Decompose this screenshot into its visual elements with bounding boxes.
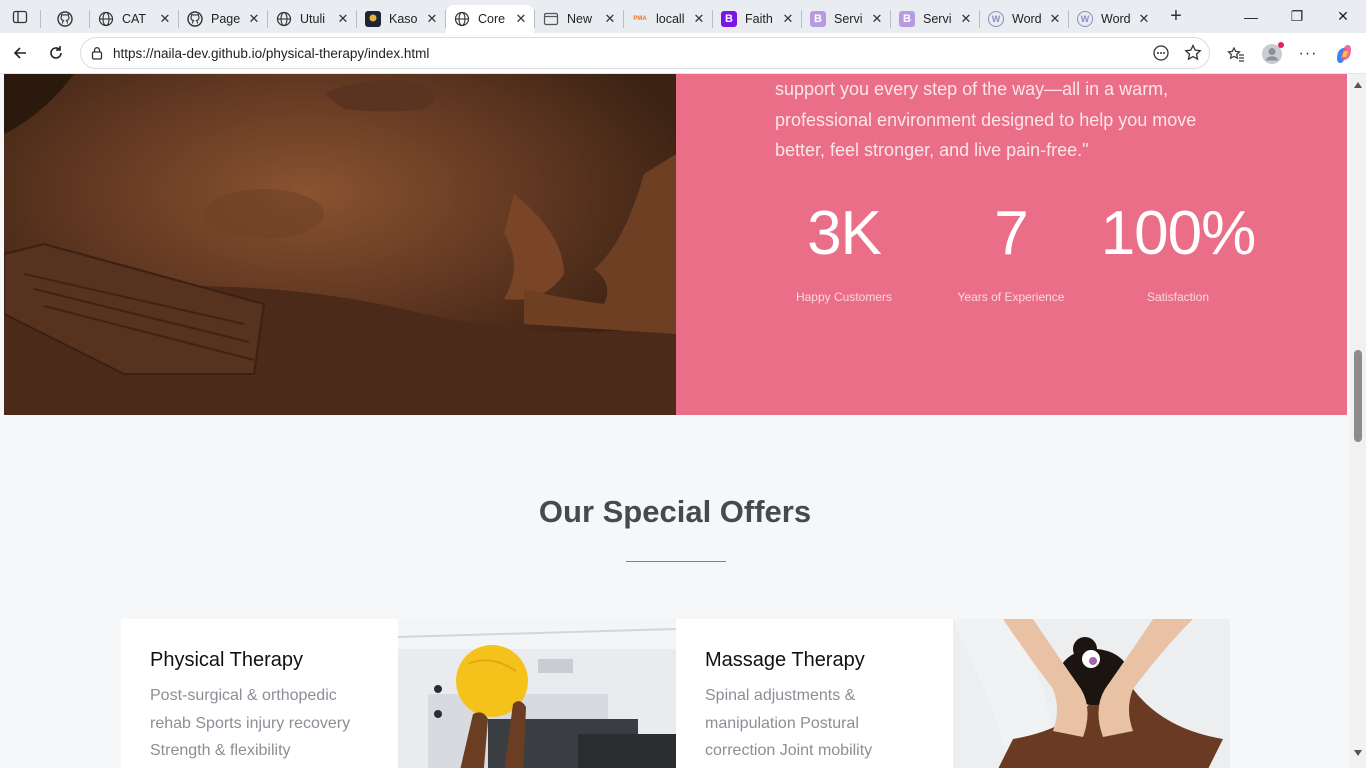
page-viewport: support you every step of the way—all in…: [0, 74, 1366, 768]
pma-icon: PMA: [633, 15, 647, 22]
browser-tab[interactable]: Kaso ✕: [357, 5, 445, 33]
bootstrap-icon: B: [721, 10, 737, 27]
kaso-icon: [365, 10, 381, 27]
scrollbar-thumb[interactable]: [1354, 350, 1362, 442]
tab-close-icon[interactable]: ✕: [1137, 11, 1151, 27]
tab-label: Word: [1101, 11, 1131, 26]
stat-happy-customers: 3K Happy Customers: [764, 194, 924, 304]
browser-tab[interactable]: CAT ✕: [90, 5, 178, 33]
scroll-down-arrow-icon[interactable]: [1354, 750, 1362, 756]
sidebar-toggle-icon[interactable]: [0, 0, 40, 33]
tab-close-icon[interactable]: ✕: [247, 11, 261, 27]
stat-value: 100%: [1100, 199, 1257, 268]
tab-label: Core: [478, 11, 506, 26]
massage-woman-photo: [953, 619, 1230, 768]
browser-tab[interactable]: Utuli ✕: [268, 5, 356, 33]
browser-toolbar: https://naila-dev.github.io/physical-the…: [0, 33, 1366, 74]
back-button[interactable]: [2, 36, 38, 70]
tab-label: New: [567, 11, 593, 26]
wordpress-icon: W: [988, 10, 1004, 27]
tab-close-icon[interactable]: ✕: [870, 11, 884, 27]
globe-icon: [454, 11, 470, 27]
tab-label: Kaso: [389, 11, 418, 26]
globe-icon: [276, 11, 292, 27]
stat-label: Years of Experience: [957, 290, 1065, 304]
read-aloud-icon[interactable]: [1151, 42, 1171, 69]
tab-label: Utuli: [300, 11, 326, 26]
tab-label: locall: [656, 11, 685, 26]
tab-close-icon[interactable]: ✕: [1048, 11, 1062, 27]
tab-label: Page: [211, 11, 241, 26]
stat-satisfaction: 100% Satisfaction: [1098, 194, 1258, 304]
favorites-icon[interactable]: [1218, 37, 1254, 71]
stat-label: Happy Customers: [795, 290, 893, 304]
offer-card-physical-therapy[interactable]: Physical Therapy Post-surgical & orthope…: [121, 619, 398, 768]
tab-close-icon[interactable]: ✕: [425, 11, 439, 27]
globe-icon: [98, 11, 114, 27]
browser-tab[interactable]: W Word ✕: [1069, 5, 1157, 33]
scroll-up-arrow-icon[interactable]: [1354, 82, 1362, 88]
page-icon: [543, 11, 559, 27]
wordpress-icon: W: [1077, 10, 1093, 27]
about-hero-section: support you every step of the way—all in…: [4, 74, 1347, 415]
offer-card-text: Spinal adjustments & manipulation Postur…: [705, 687, 873, 759]
close-window-button[interactable]: ✕: [1320, 0, 1366, 33]
heading-divider: [626, 561, 726, 562]
browser-tab[interactable]: W Word ✕: [980, 5, 1068, 33]
tab-label: Servi: [834, 11, 863, 26]
tab-close-icon[interactable]: ✕: [158, 11, 172, 27]
offer-card-text: Post-surgical & orthopedic rehab Sports …: [150, 687, 351, 759]
maximize-button[interactable]: ❐: [1274, 0, 1320, 33]
massage-back-photo: [4, 74, 676, 415]
github-icon: [187, 10, 203, 27]
github-icon: [57, 10, 73, 27]
browser-tab[interactable]: Core ✕: [446, 4, 534, 33]
browser-tab[interactable]: New ✕: [535, 5, 623, 33]
reload-button[interactable]: [38, 36, 74, 70]
tab-label: Servi: [923, 11, 952, 26]
tab-close-icon[interactable]: ✕: [514, 11, 528, 27]
page-scrollbar[interactable]: [1350, 74, 1366, 768]
stat-label: Satisfaction: [1146, 290, 1210, 304]
lock-icon[interactable]: [81, 46, 113, 60]
more-options-icon[interactable]: ···: [1290, 37, 1326, 71]
bootstrap-light-icon: B: [810, 10, 826, 27]
tab-close-icon[interactable]: ✕: [692, 11, 706, 27]
minimize-button[interactable]: —: [1228, 0, 1274, 33]
offer-card-title: Massage Therapy: [705, 649, 865, 671]
browser-tab[interactable]: PMA locall ✕: [624, 5, 712, 33]
tab-strip: CAT ✕ Page ✕ Utuli ✕ Kaso ✕ Core ✕ New ✕ PMA locall ✕ B…: [0, 0, 1366, 33]
url-text[interactable]: https://naila-dev.github.io/physical-the…: [113, 46, 429, 61]
browser-tab[interactable]: Page ✕: [179, 5, 267, 33]
bootstrap-light-icon: B: [899, 10, 915, 27]
browser-tab[interactable]: B Faith ✕: [713, 5, 801, 33]
new-tab-button[interactable]: +: [1161, 3, 1191, 31]
tab-label: Faith: [745, 11, 773, 26]
stats-panel: support you every step of the way—all in…: [676, 74, 1347, 415]
stat-years-experience: 7 Years of Experience: [931, 194, 1091, 304]
exercise-ball-photo: [398, 619, 676, 768]
profile-avatar[interactable]: [1254, 37, 1290, 71]
stat-value: 3K: [807, 199, 882, 268]
offers-heading: Our Special Offers: [538, 494, 812, 529]
tab-close-icon[interactable]: ✕: [336, 11, 350, 27]
copilot-icon[interactable]: [1326, 37, 1362, 71]
tab-close-icon[interactable]: ✕: [959, 11, 973, 27]
about-quote: support you every step of the way—all in…: [775, 79, 1197, 160]
browser-tab[interactable]: B Servi ✕: [802, 5, 890, 33]
tab-label: Word: [1012, 11, 1042, 26]
window-controls: — ❐ ✕: [1228, 0, 1366, 33]
tab-label: CAT: [122, 11, 147, 26]
stat-value: 7: [994, 199, 1028, 268]
tab-close-icon[interactable]: ✕: [603, 11, 617, 27]
offer-card-title: Physical Therapy: [150, 649, 304, 671]
tab-close-icon[interactable]: ✕: [781, 11, 795, 27]
address-bar[interactable]: https://naila-dev.github.io/physical-the…: [80, 37, 1210, 69]
offer-card-massage-therapy[interactable]: Massage Therapy Spinal adjustments & man…: [676, 619, 953, 768]
favorite-star-icon[interactable]: [1183, 42, 1203, 69]
browser-tab[interactable]: B Servi ✕: [891, 5, 979, 33]
tab-github-pinned[interactable]: [41, 5, 89, 33]
